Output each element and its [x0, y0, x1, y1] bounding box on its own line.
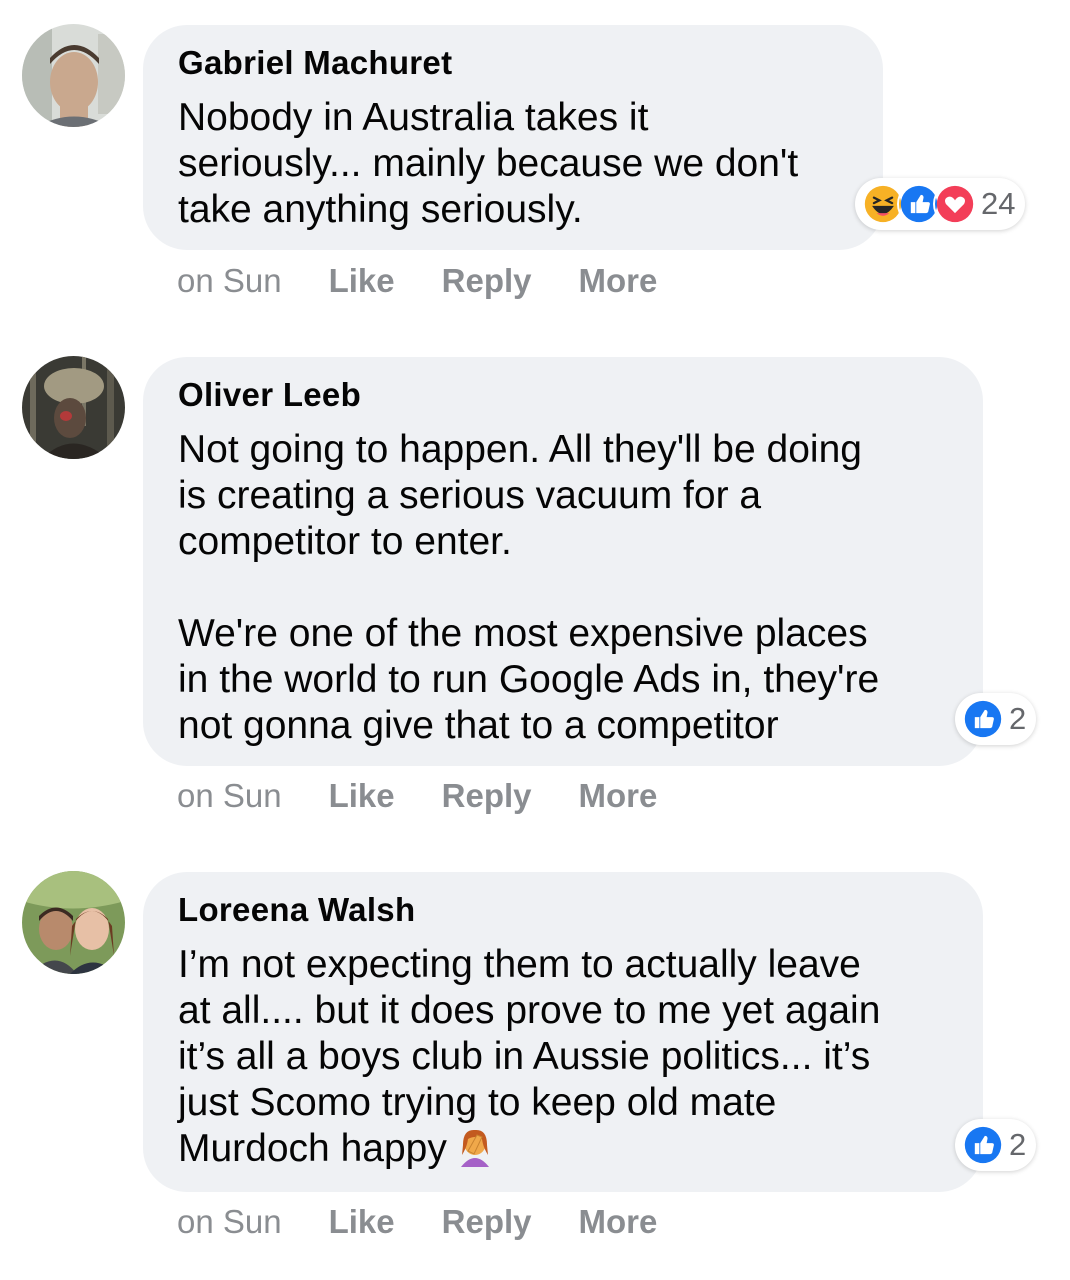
avatar[interactable] — [22, 871, 125, 974]
comment-text: I’m not expecting them to actually leave… — [178, 942, 947, 1172]
like-icon — [961, 1123, 1005, 1167]
avatar[interactable] — [22, 356, 125, 459]
comment-author[interactable]: Oliver Leeb — [178, 375, 947, 415]
like-button[interactable]: Like — [329, 262, 395, 300]
reaction-summary[interactable]: 24 — [855, 178, 1026, 230]
comment-text: Not going to happen. All they'll be doin… — [178, 428, 880, 747]
comment-bubble: Loreena Walsh I’m not expecting them to … — [143, 872, 983, 1192]
comment-actions: on Sun Like Reply More — [177, 777, 704, 815]
comment-author[interactable]: Loreena Walsh — [178, 890, 947, 930]
reply-button[interactable]: Reply — [442, 262, 532, 300]
woman-facepalming-icon — [460, 1129, 489, 1167]
like-button[interactable]: Like — [329, 777, 395, 815]
comment-text: Nobody in Australia takes it seriously..… — [178, 96, 799, 231]
comment-author[interactable]: Gabriel Machuret — [178, 43, 847, 83]
avatar[interactable] — [22, 24, 125, 127]
comment-text-content: I’m not expecting them to actually leave… — [178, 943, 881, 1170]
comment-actions: on Sun Like Reply More — [177, 1203, 704, 1241]
reaction-count: 2 — [1009, 701, 1027, 736]
reaction-count: 24 — [981, 186, 1016, 221]
reaction-summary[interactable]: 2 — [955, 1119, 1037, 1171]
more-button[interactable]: More — [579, 777, 658, 815]
comment-timestamp: on Sun — [177, 1203, 282, 1240]
reply-button[interactable]: Reply — [442, 1203, 532, 1241]
comment-bubble: Oliver Leeb Not going to happen. All the… — [143, 357, 983, 766]
like-icon — [961, 697, 1005, 741]
love-icon — [933, 182, 977, 226]
comment-timestamp: on Sun — [177, 777, 282, 814]
reaction-summary[interactable]: 2 — [955, 693, 1037, 745]
reaction-count: 2 — [1009, 1127, 1027, 1162]
more-button[interactable]: More — [579, 1203, 658, 1241]
like-button[interactable]: Like — [329, 1203, 395, 1241]
comment-actions: on Sun Like Reply More — [177, 262, 704, 300]
reply-button[interactable]: Reply — [442, 777, 532, 815]
more-button[interactable]: More — [579, 262, 658, 300]
comment-timestamp: on Sun — [177, 262, 282, 299]
comment-bubble: Gabriel Machuret Nobody in Australia tak… — [143, 25, 883, 250]
